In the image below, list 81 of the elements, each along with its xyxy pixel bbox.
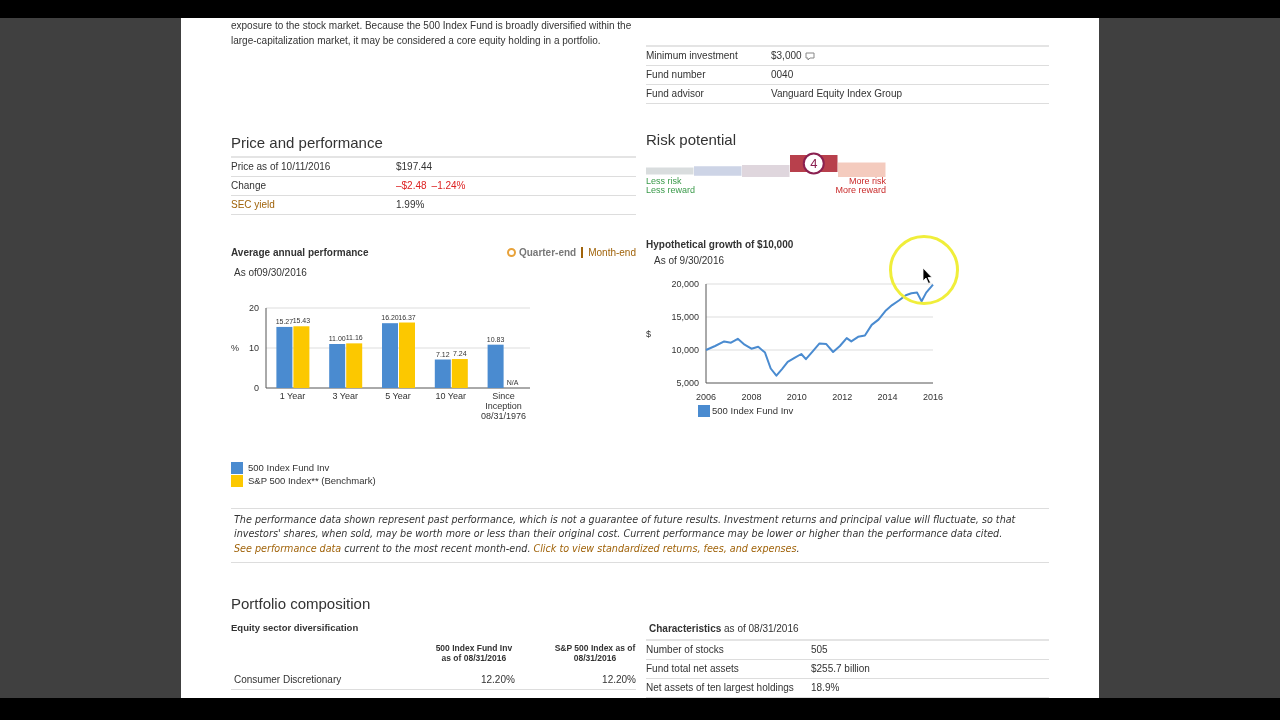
category-label: Since Inception 08/31/1976 [481, 390, 527, 421]
column-header: 500 Index Fund Inv as of 08/31/2016 [434, 643, 514, 664]
table-cell: 12.20% [480, 673, 515, 685]
intro-text: exposure to the stock market. Because the 500 Index Fund is broadly diversified within the large-capitalization market, it may be considered a core equity holding in a portfolio. [231, 19, 633, 48]
table-title: Characteristics as of 08/31/2016 [649, 622, 800, 636]
bar [346, 342, 363, 388]
risk-label: Less reward [646, 185, 696, 195]
axis-tick-label: 2016 [923, 391, 943, 402]
row-label: Fund advisor [646, 88, 704, 99]
risk-level-marker: 4 [802, 152, 825, 174]
row-value: –1.24% [431, 180, 466, 191]
row-label: Fund number [646, 69, 706, 80]
cursor-icon [923, 268, 933, 284]
legend-swatch [231, 475, 243, 487]
legend-swatch [231, 462, 243, 474]
table-cell: 12.20% [602, 673, 636, 685]
category-label: 3 Year [332, 390, 358, 401]
legend-label: 500 Index Fund Inv [248, 460, 330, 475]
comment-icon[interactable] [804, 52, 815, 62]
axis-tick-label: 20 [249, 302, 259, 313]
axis-tick-label: 10 [249, 342, 259, 353]
section-heading: Risk potential [646, 129, 738, 150]
row-value: –$2.48 [396, 180, 427, 191]
bar [487, 344, 504, 388]
period-option[interactable]: Quarter-end [518, 244, 577, 260]
category-label: 5 Year [385, 390, 411, 401]
axis-tick-label: 2014 [877, 391, 898, 402]
row-label: Change [231, 180, 267, 191]
row-value: 1.99% [396, 199, 425, 210]
legend-label: 500 Index Fund Inv [712, 404, 794, 416]
section-heading: Portfolio composition [231, 594, 372, 614]
row-label: Fund total net assets [646, 663, 739, 674]
bar [399, 322, 415, 388]
sec-yield-link[interactable]: SEC yield [231, 199, 275, 210]
bar [276, 326, 293, 388]
axis-tick-label: 20,000 [671, 278, 699, 289]
risk-label: Less risk [646, 176, 683, 186]
bar [329, 343, 346, 388]
disclaimer-link[interactable]: See performance data [234, 542, 342, 554]
disclaimer-text: The performance data shown represent past performance, which is not a guarantee of future results. Investment returns and principal value will fluctuate, so that investors' shares, when sold, may be worth more or less than their original cost. Current performance may be lower or higher than the performance data cited. See performance data current to the most recent month-end. Click to view standardized returns, fees, and expenses. [231, 507, 1049, 563]
section-heading: Price and performance [231, 133, 384, 153]
chart-subtitle: As of09/30/2016 [234, 265, 308, 280]
axis-tick-label: 2006 [696, 391, 716, 402]
axis-label: % [231, 342, 239, 353]
category-label: 1 Year [279, 390, 306, 401]
bar [451, 358, 468, 388]
column-header: S&P 500 Index as of 08/31/2016 [554, 643, 636, 664]
axis-tick-label: 2008 [741, 391, 762, 402]
row-value: 0040 [771, 69, 794, 80]
row-label: Net assets of ten largest holdings [646, 682, 794, 693]
legend-label: S&P 500 Index** (Benchmark) [248, 473, 376, 488]
legend-swatch [698, 404, 710, 417]
row-label: Price as of 10/11/2016 [231, 161, 331, 173]
category-label: 10 Year [435, 390, 467, 401]
bar [434, 359, 451, 388]
row-label: Consumer Discretionary [234, 673, 342, 685]
row-value: $255.7 billion [811, 663, 870, 674]
axis-tick-label: 2012 [832, 391, 853, 402]
row-value: $197.44 [396, 161, 433, 173]
row-value: 18.9% [811, 682, 840, 693]
axis-tick-label: 0 [254, 382, 259, 393]
axis-label: $ [646, 328, 651, 339]
chart-subtitle: As of 9/30/2016 [654, 253, 726, 268]
table-title: Equity sector diversification [231, 621, 360, 635]
axis-tick-label: 2010 [786, 391, 807, 402]
row-label: Number of stocks [646, 644, 724, 656]
axis-tick-label: 5,000 [676, 377, 699, 388]
chart-title: Hypothetical growth of $10,000 [646, 237, 795, 252]
axis-tick-label: 10,000 [671, 344, 699, 355]
row-label: Minimum investment [646, 50, 738, 62]
risk-label: More reward [835, 185, 886, 195]
radio-selected-icon[interactable] [506, 247, 516, 257]
period-option[interactable]: Month-end [588, 244, 636, 260]
risk-label: More risk [848, 176, 886, 186]
chart-title: Average annual performance [231, 245, 369, 260]
row-value: Vanguard Equity Index Group [771, 88, 902, 99]
row-value: $3,000 [771, 50, 802, 62]
bar [293, 325, 310, 388]
axis-tick-label: 15,000 [671, 311, 699, 322]
row-value: 505 [811, 644, 828, 656]
bar [382, 322, 398, 388]
